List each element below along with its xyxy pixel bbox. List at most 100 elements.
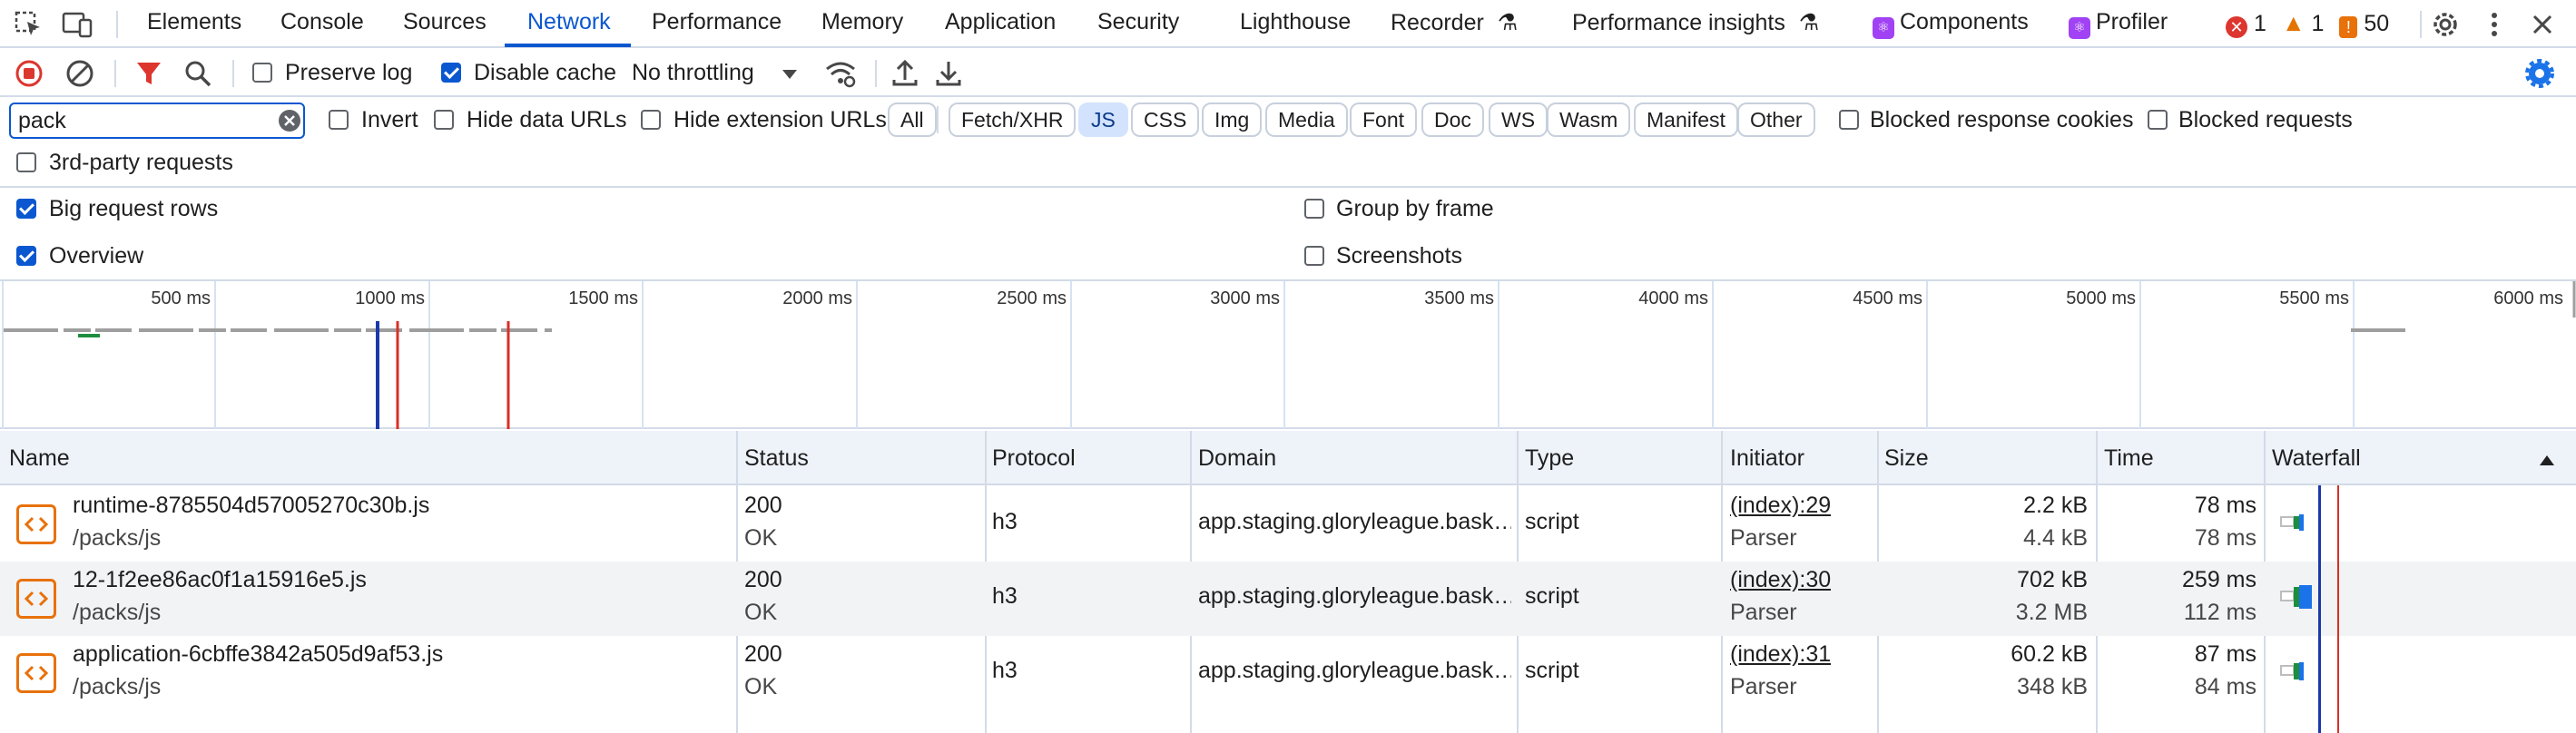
issues-counter[interactable]: ✕ 1 ▲ 1 ! 50 (2226, 9, 2389, 38)
tab-application[interactable]: Application (945, 9, 1056, 35)
column-header-type[interactable]: Type (1525, 445, 1574, 472)
type-filter-media[interactable]: Media (1265, 103, 1348, 137)
type-filter-ws[interactable]: WS (1489, 103, 1549, 137)
waterfall-bar[interactable] (2278, 505, 2315, 542)
resource-size: 3.2 MB (2015, 600, 2088, 625)
column-header-initiator[interactable]: Initiator (1730, 445, 1804, 472)
request-path: /packs/js (73, 600, 162, 625)
settings-gear-icon[interactable] (2429, 8, 2462, 41)
domain: app.staging.gloryleague.bask… (1198, 658, 1511, 683)
blocked-requests-checkbox[interactable] (2148, 110, 2168, 130)
tab-lighthouse[interactable]: Lighthouse (1240, 9, 1351, 35)
column-header-name[interactable]: Name (9, 445, 70, 472)
tab-security[interactable]: Security (1097, 9, 1179, 35)
table-row[interactable]: runtime-8785504d57005270c30b.js /packs/j… (0, 487, 2576, 562)
initiator-link[interactable]: (index):30 (1730, 567, 1831, 593)
resource-type: script (1525, 583, 1579, 609)
invert-checkbox[interactable] (329, 110, 349, 130)
clear-filter-icon[interactable] (278, 109, 301, 132)
close-devtools-icon[interactable] (2529, 11, 2556, 38)
column-header-waterfall[interactable]: Waterfall (2272, 445, 2361, 472)
table-row[interactable]: application-6cbffe3842a505d9af53.js /pac… (0, 636, 2576, 710)
tab-profiler-label: Profiler (2096, 9, 2168, 34)
chevron-down-icon (781, 63, 799, 91)
tab-performance[interactable]: Performance (652, 9, 782, 35)
domain: app.staging.gloryleague.bask… (1198, 509, 1511, 534)
column-header-protocol[interactable]: Protocol (992, 445, 1076, 472)
big-request-rows-checkbox[interactable] (16, 199, 36, 219)
disable-cache-checkbox[interactable] (441, 63, 461, 83)
overview-checkbox[interactable] (16, 246, 36, 266)
type-filter-css[interactable]: CSS (1131, 103, 1200, 137)
tab-elements[interactable]: Elements (147, 9, 241, 35)
network-settings-gear-icon[interactable] (2523, 57, 2556, 90)
tab-components[interactable]: ⚛ Components (1873, 9, 2029, 39)
export-har-icon[interactable] (935, 58, 962, 87)
request-path: /packs/js (73, 525, 162, 551)
stop-recording-icon[interactable] (15, 59, 44, 88)
devtools-tab-bar: Elements Console Sources Network Perform… (0, 0, 2576, 48)
search-icon[interactable] (183, 59, 212, 88)
total-time: 87 ms (2194, 641, 2256, 667)
initiator-link[interactable]: (index):29 (1730, 493, 1831, 519)
blocked-response-cookies-checkbox[interactable] (1839, 110, 1859, 130)
total-time: 259 ms (2182, 567, 2256, 592)
preserve-log-checkbox[interactable] (252, 63, 272, 83)
active-tab-indicator (505, 44, 631, 47)
tab-network[interactable]: Network (527, 9, 611, 35)
type-filter-img[interactable]: Img (1202, 103, 1263, 137)
column-header-domain[interactable]: Domain (1198, 445, 1276, 472)
info-icon: ! (2339, 16, 2358, 38)
initiator-type: Parser (1730, 674, 1797, 699)
tab-console[interactable]: Console (280, 9, 364, 35)
column-header-time[interactable]: Time (2104, 445, 2154, 472)
tab-recorder[interactable]: Recorder ⚗ (1391, 9, 1518, 36)
throttling-select[interactable]: No throttling (630, 57, 802, 90)
protocol: h3 (992, 658, 1018, 683)
table-row[interactable]: 12-1f2ee86ac0f1a15916e5.js /packs/js 200… (0, 562, 2576, 636)
hide-data-urls-checkbox[interactable] (434, 110, 454, 130)
tab-profiler[interactable]: ⚛ Profiler (2069, 9, 2168, 39)
tab-memory[interactable]: Memory (821, 9, 903, 35)
more-options-icon[interactable] (2487, 11, 2502, 38)
column-header-status[interactable]: Status (744, 445, 809, 472)
resource-type: script (1525, 658, 1579, 683)
tab-sources[interactable]: Sources (403, 9, 487, 35)
type-filter-font[interactable]: Font (1350, 103, 1418, 137)
waterfall-bar[interactable] (2278, 654, 2315, 690)
warning-count: 1 (2311, 11, 2325, 36)
type-filter-manifest[interactable]: Manifest (1634, 103, 1738, 137)
waterfall-bar[interactable] (2278, 580, 2324, 616)
tab-performance-insights[interactable]: Performance insights ⚗ (1572, 9, 1819, 36)
screenshots-checkbox[interactable] (1304, 246, 1324, 266)
type-filter-all[interactable]: All (888, 103, 937, 137)
status-code: 200 (744, 641, 782, 667)
filter-input[interactable] (9, 103, 305, 139)
group-by-frame-label: Group by frame (1336, 196, 1494, 221)
domain: app.staging.gloryleague.bask… (1198, 583, 1511, 609)
total-time: 78 ms (2194, 493, 2256, 518)
resource-type: script (1525, 509, 1579, 534)
type-filter-fetch-xhr[interactable]: Fetch/XHR (949, 103, 1077, 137)
type-filter-doc[interactable]: Doc (1421, 103, 1484, 137)
network-overview-timeline[interactable]: 500 ms 1000 ms 1500 ms 2000 ms 2500 ms 3… (0, 281, 2576, 429)
network-conditions-icon[interactable] (824, 59, 857, 88)
inspect-element-icon[interactable] (15, 11, 44, 38)
sort-ascending-icon[interactable] (2538, 449, 2556, 475)
filter-bar: Invert Hide data URLs Hide extension URL… (0, 97, 2576, 188)
group-by-frame-checkbox[interactable] (1304, 199, 1324, 219)
type-filter-js[interactable]: JS (1078, 103, 1128, 137)
network-settings-pane: Big request rows Group by frame Overview… (0, 188, 2576, 281)
status-text: OK (744, 674, 778, 699)
hide-extension-urls-checkbox[interactable] (641, 110, 661, 130)
third-party-requests-checkbox[interactable] (16, 152, 36, 172)
import-har-icon[interactable] (891, 58, 919, 87)
filter-icon[interactable] (134, 59, 163, 88)
clear-icon[interactable] (65, 59, 94, 88)
type-filter-wasm[interactable]: Wasm (1547, 103, 1631, 137)
initiator-link[interactable]: (index):31 (1730, 641, 1831, 668)
column-header-size[interactable]: Size (1884, 445, 1929, 472)
device-toolbar-icon[interactable] (62, 11, 94, 38)
dom-content-loaded-marker (2318, 485, 2321, 733)
type-filter-other[interactable]: Other (1737, 103, 1815, 137)
